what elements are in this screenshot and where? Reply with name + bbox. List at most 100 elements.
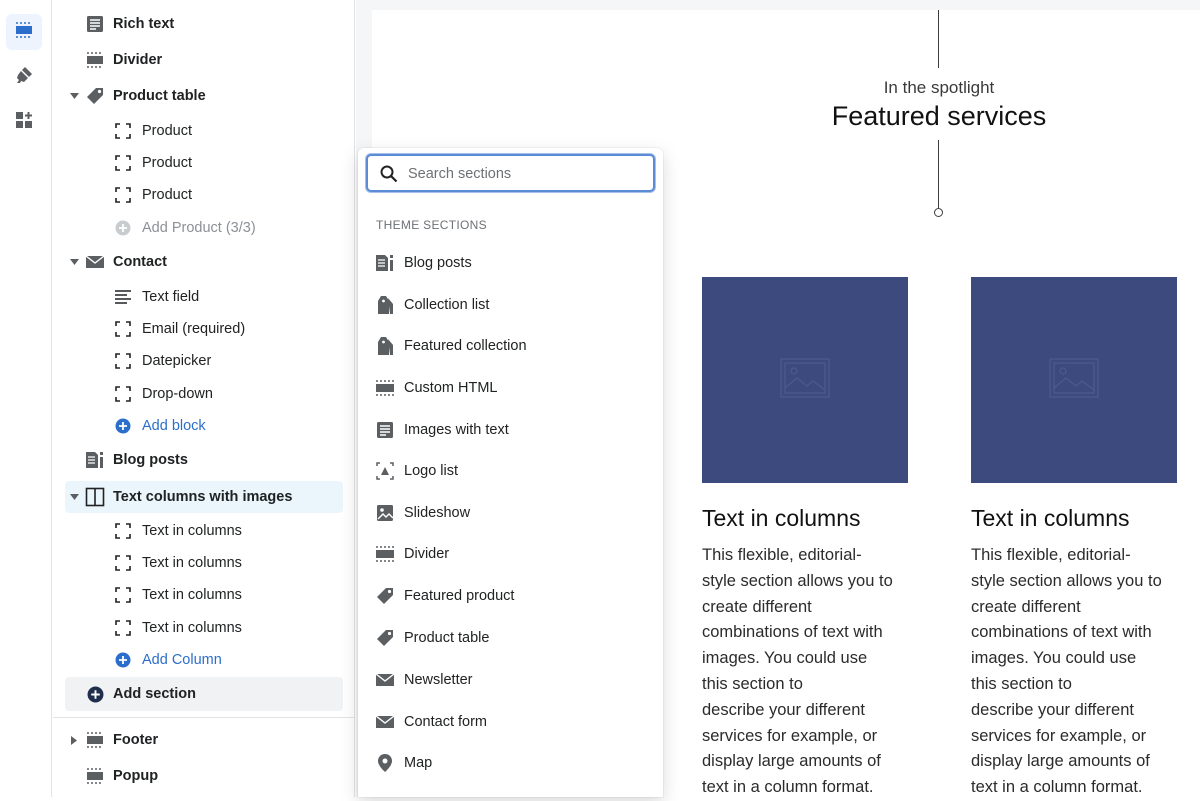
app-rail: [0, 0, 52, 797]
decorative-line: [938, 140, 939, 208]
block-icon: [112, 552, 134, 574]
tree-block-email[interactable]: Email (required): [53, 313, 355, 345]
caret-down-icon[interactable]: [69, 257, 79, 267]
section-option-featured-product[interactable]: Featured product: [358, 578, 663, 614]
tree-item-text-columns-with-images[interactable]: Text columns with images: [65, 481, 343, 513]
column-body-line: display large amounts of: [971, 752, 1150, 771]
apps-icon: [14, 110, 34, 135]
tree-block-text-in-columns[interactable]: Text in columns: [53, 612, 355, 644]
add-block-button[interactable]: Add block: [53, 410, 355, 442]
decorative-line: [938, 10, 939, 68]
section-option-label: Featured product: [404, 588, 515, 604]
section-option-images-with-text[interactable]: Images with text: [358, 412, 663, 448]
collection-tag-icon: [374, 335, 396, 357]
search-sections-field[interactable]: [366, 154, 655, 192]
tree-block-label: Text in columns: [142, 523, 242, 539]
section-option-label: Newsletter: [404, 672, 473, 688]
blog-icon: [84, 449, 106, 471]
tree-item-popup[interactable]: Popup: [53, 760, 355, 792]
envelope-icon: [374, 669, 396, 691]
column-body-line: display large amounts of: [702, 752, 881, 771]
sections-icon: [14, 20, 34, 45]
section-option-blog-posts[interactable]: Blog posts: [358, 245, 663, 281]
decorative-dot: [934, 208, 943, 217]
tree-block-text-in-columns[interactable]: Text in columns: [53, 515, 355, 547]
section-option-label: Map: [404, 755, 433, 771]
tree-block-product[interactable]: Product: [53, 147, 355, 179]
section-option-label: Product table: [404, 630, 490, 646]
section-option-map[interactable]: Map: [358, 745, 663, 781]
theme-settings-nav-button[interactable]: [6, 59, 42, 95]
tree-block-text-field[interactable]: Text field: [53, 281, 355, 313]
columns-icon: [84, 486, 106, 508]
section-option-custom-html[interactable]: Custom HTML: [358, 370, 663, 406]
add-circle-filled-icon: [84, 683, 106, 705]
search-sections-input[interactable]: [408, 164, 643, 184]
column-body-line: create different: [971, 597, 1081, 616]
text-lines-icon: [112, 286, 134, 308]
block-icon: [112, 520, 134, 542]
section-option-slideshow[interactable]: Slideshow: [358, 495, 663, 531]
column-body-line: services for example, or: [702, 726, 878, 745]
section-option-product-table[interactable]: Product table: [358, 620, 663, 656]
collection-tag-icon: [374, 294, 396, 316]
apps-nav-button[interactable]: [6, 104, 42, 140]
section-option-newsletter[interactable]: Newsletter: [358, 662, 663, 698]
column-title: Text in columns: [702, 505, 861, 531]
column-body-line: describe your different: [702, 700, 865, 719]
add-column-label: Add Column: [142, 652, 222, 668]
tree-item-blog-posts[interactable]: Blog posts: [53, 444, 355, 476]
divider-icon: [374, 543, 396, 565]
section-option-contact-form[interactable]: Contact form: [358, 704, 663, 740]
add-section-label: Add section: [113, 686, 196, 702]
tree-item-product-table[interactable]: Product table: [53, 80, 355, 112]
blog-icon: [374, 252, 396, 274]
add-section-button[interactable]: Add section: [65, 677, 343, 711]
caret-right-icon[interactable]: [69, 735, 79, 745]
tree-block-product[interactable]: Product: [53, 179, 355, 211]
add-column-button[interactable]: Add Column: [53, 644, 355, 676]
section-option-logo-list[interactable]: Logo list: [358, 453, 663, 489]
tree-block-text-in-columns[interactable]: Text in columns: [53, 547, 355, 579]
tree-block-label: Text in columns: [142, 587, 242, 603]
tree-block-label: Product: [142, 123, 192, 139]
column-body-line: describe your different: [971, 700, 1134, 719]
sections-nav-button[interactable]: [6, 14, 42, 50]
tree-block-product[interactable]: Product: [53, 115, 355, 147]
add-circle-icon: [112, 649, 134, 671]
add-circle-icon: [112, 217, 134, 239]
tree-item-rich-text[interactable]: Rich text: [53, 8, 355, 40]
column-title: Text in columns: [971, 505, 1130, 531]
column-image-placeholder: [971, 277, 1177, 483]
add-product-button: Add Product (3/3): [53, 212, 355, 244]
section-option-featured-collection[interactable]: Featured collection: [358, 328, 663, 364]
sections-tree: Rich text Divider Product table Product …: [53, 0, 355, 797]
tag-icon: [84, 85, 106, 107]
section-option-collection-list[interactable]: Collection list: [358, 287, 663, 323]
tree-item-contact[interactable]: Contact: [53, 246, 355, 278]
column-body-line: style section allows you to: [702, 571, 893, 590]
tree-item-label: Text columns with images: [113, 489, 293, 505]
tree-block-dropdown[interactable]: Drop-down: [53, 378, 355, 410]
caret-down-icon[interactable]: [69, 492, 79, 502]
block-icon: [112, 350, 134, 372]
image-placeholder-icon: [780, 357, 830, 403]
tree-item-footer[interactable]: Footer: [53, 724, 355, 756]
block-icon: [112, 383, 134, 405]
image-icon: [374, 502, 396, 524]
section-option-divider[interactable]: Divider: [358, 536, 663, 572]
divider-icon: [84, 49, 106, 71]
caret-down-icon[interactable]: [69, 91, 79, 101]
divider-icon: [84, 729, 106, 751]
divider-icon: [374, 377, 396, 399]
tree-item-divider[interactable]: Divider: [53, 44, 355, 76]
block-icon: [112, 617, 134, 639]
section-kicker: In the spotlight: [883, 78, 995, 97]
add-circle-icon: [112, 415, 134, 437]
tree-block-label: Text field: [142, 289, 200, 305]
rich-text-icon: [374, 419, 396, 441]
section-option-label: Slideshow: [404, 505, 471, 521]
tree-block-text-in-columns[interactable]: Text in columns: [53, 579, 355, 611]
tree-block-datepicker[interactable]: Datepicker: [53, 345, 355, 377]
column-body-line: this section to: [971, 674, 1072, 693]
